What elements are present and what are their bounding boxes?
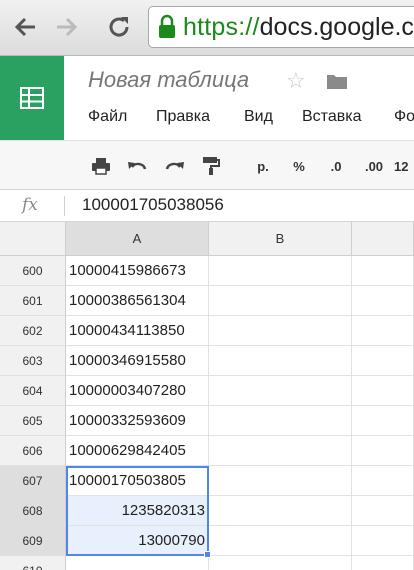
row-header[interactable]: 606	[0, 436, 66, 466]
table-row: 600 10000415986673	[0, 256, 414, 286]
formula-bar: fx 100001705038056	[0, 190, 414, 222]
currency-format-button[interactable]: р.	[250, 154, 276, 178]
forward-icon[interactable]	[52, 10, 82, 44]
column-header-row: A B	[0, 222, 414, 256]
cell-c[interactable]	[352, 496, 414, 526]
cell-b[interactable]	[209, 286, 352, 316]
cell-b[interactable]	[209, 346, 352, 376]
formula-input[interactable]: 100001705038056	[82, 195, 224, 215]
menu-format[interactable]: Фо	[394, 108, 414, 126]
increase-decimals-button[interactable]: .00	[358, 154, 390, 178]
address-bar[interactable]: https:// docs.google.c	[148, 6, 414, 48]
cell-a[interactable]: 10000386561304	[66, 286, 209, 316]
increase-decimals-label: .00	[364, 158, 384, 174]
table-row: 604 10000003407280	[0, 376, 414, 406]
more-formats-button[interactable]: 12	[394, 154, 414, 178]
row-header[interactable]: 604	[0, 376, 66, 406]
table-row: 606 10000629842405	[0, 436, 414, 466]
cell-b[interactable]	[209, 256, 352, 286]
menu-file[interactable]: Файл	[88, 108, 127, 126]
back-icon[interactable]	[10, 10, 40, 44]
sheets-logo-icon[interactable]	[0, 56, 64, 140]
cell-b[interactable]	[209, 526, 352, 556]
select-all-corner[interactable]	[0, 222, 66, 256]
row-header[interactable]: 608	[0, 496, 66, 526]
redo-icon[interactable]	[162, 154, 188, 178]
cell-c[interactable]	[352, 436, 414, 466]
formula-divider	[64, 196, 65, 216]
column-header-b[interactable]: B	[209, 222, 352, 256]
reload-icon[interactable]	[104, 10, 134, 44]
cell-b[interactable]	[209, 406, 352, 436]
cell-c[interactable]	[352, 556, 414, 570]
menu-view[interactable]: Вид	[244, 108, 273, 126]
cell-c[interactable]	[352, 376, 414, 406]
cell-b[interactable]	[209, 316, 352, 346]
cell-c[interactable]	[352, 256, 414, 286]
row-header[interactable]: 601	[0, 286, 66, 316]
fx-icon: fx	[22, 195, 38, 215]
row-header[interactable]: 609	[0, 526, 66, 556]
folder-icon[interactable]	[326, 72, 348, 95]
cell-b[interactable]	[209, 376, 352, 406]
cell-a[interactable]: 1235820313	[66, 496, 209, 526]
url-host: docs.google.c	[259, 12, 414, 41]
column-header-c[interactable]	[352, 222, 414, 256]
print-icon[interactable]	[88, 154, 114, 178]
paint-format-icon[interactable]	[198, 154, 224, 178]
browser-toolbar: https:// docs.google.c	[0, 0, 414, 56]
cell-a[interactable]: 10000629842405	[66, 436, 209, 466]
cell-b[interactable]	[209, 466, 352, 496]
cell-a[interactable]: 10000346915580	[66, 346, 209, 376]
percent-format-button[interactable]: %	[286, 154, 312, 178]
currency-format-label: р.	[257, 158, 269, 174]
table-row: 610	[0, 556, 414, 570]
cell-b[interactable]	[209, 496, 352, 526]
cell-a[interactable]: 10000415986673	[66, 256, 209, 286]
table-row: 607 10000170503805	[0, 466, 414, 496]
cell-a[interactable]: 10000003407280	[66, 376, 209, 406]
table-row: 605 10000332593609	[0, 406, 414, 436]
cell-c[interactable]	[352, 526, 414, 556]
row-header[interactable]: 602	[0, 316, 66, 346]
undo-icon[interactable]	[124, 154, 150, 178]
row-header[interactable]: 607	[0, 466, 66, 496]
decrease-decimals-label: .0	[330, 158, 342, 174]
decrease-decimals-button[interactable]: .0	[322, 154, 350, 178]
cell-c[interactable]	[352, 316, 414, 346]
row-header[interactable]: 603	[0, 346, 66, 376]
cell-a[interactable]: 10000332593609	[66, 406, 209, 436]
cell-c[interactable]	[352, 286, 414, 316]
lock-icon	[159, 14, 175, 38]
percent-format-label: %	[293, 158, 305, 174]
formatting-toolbar: р. % .0 .00 12	[0, 140, 414, 190]
more-formats-label: 12	[394, 158, 409, 174]
cell-a[interactable]: 10000434113850	[66, 316, 209, 346]
cell-a[interactable]: 10000170503805	[66, 466, 209, 496]
url-scheme: https://	[183, 12, 260, 41]
cell-a[interactable]	[66, 556, 209, 570]
table-row: 601 10000386561304	[0, 286, 414, 316]
cell-b[interactable]	[209, 556, 352, 570]
menu-edit[interactable]: Правка	[156, 108, 210, 126]
cell-a[interactable]: 13000790	[66, 526, 209, 556]
fill-handle[interactable]	[204, 551, 211, 558]
docs-header: Новая таблица ☆ Файл Правка Вид Вставка …	[0, 56, 414, 140]
table-row: 608 1235820313	[0, 496, 414, 526]
row-header[interactable]: 600	[0, 256, 66, 286]
table-row: 603 10000346915580	[0, 346, 414, 376]
document-title[interactable]: Новая таблица	[88, 67, 249, 93]
row-header[interactable]: 610	[0, 556, 66, 570]
cell-c[interactable]	[352, 346, 414, 376]
menu-insert[interactable]: Вставка	[302, 108, 361, 126]
star-icon[interactable]: ☆	[286, 68, 306, 94]
cell-b[interactable]	[209, 436, 352, 466]
spreadsheet-grid: A B 600 10000415986673 601 10000386561304 60…	[0, 222, 414, 570]
row-header[interactable]: 605	[0, 406, 66, 436]
cell-c[interactable]	[352, 466, 414, 496]
cell-c[interactable]	[352, 406, 414, 436]
column-header-a[interactable]: A	[66, 222, 209, 256]
table-row: 602 10000434113850	[0, 316, 414, 346]
